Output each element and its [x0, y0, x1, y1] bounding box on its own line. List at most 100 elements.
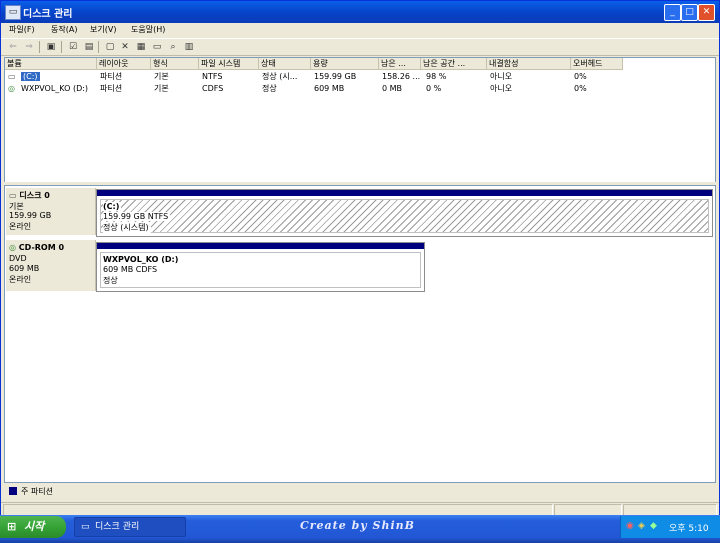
system-tray: ◉ ◈ ◆ 오후 5:10 [620, 516, 720, 538]
delete-icon[interactable]: ✕ [119, 41, 131, 53]
disk-management-icon: ▭ [5, 5, 21, 20]
disk-kind: DVD [9, 254, 27, 263]
volume-name: WXPVOL_KO (D:) [21, 84, 89, 93]
menu-bar: 파일(F) 동작(A) 보기(V) 도움말(H) [1, 23, 719, 37]
menu-view[interactable]: 보기(V) [90, 24, 116, 35]
open-icon[interactable]: ▦ [135, 41, 147, 53]
disk-name: ◎ CD-ROM 0 [9, 243, 64, 252]
legend-swatch [9, 487, 17, 495]
table-row[interactable]: ▭ (C:) 파티션 기본 NTFS 정상 (시... 159.99 GB 15… [5, 71, 715, 82]
close-icon: ✕ [702, 7, 711, 17]
disk-management-icon: ▭ [81, 522, 90, 532]
type-cell: 기본 [154, 72, 169, 81]
start-label: 시작 [24, 520, 45, 533]
fault-cell: 아니오 [490, 84, 513, 93]
minimize-icon: _ [670, 7, 675, 17]
partition-detail: 159.99 GB NTFS [103, 212, 171, 221]
toolbar-separator [39, 41, 40, 53]
filesystem-cell: NTFS [202, 72, 223, 81]
partition-title: (C:) [103, 202, 122, 211]
cdrom-0-label[interactable]: ◎ CD-ROM 0 DVD 609 MB 온라인 [6, 240, 96, 291]
disk-map: ▭ 디스크 0 기본 159.99 GB 온라인 (C:) 159.99 GB … [4, 185, 716, 483]
back-icon[interactable]: ⇐ [7, 41, 19, 53]
free-pct-cell: 0 % [426, 84, 442, 93]
column-free-pct[interactable]: 남은 공간 ... [421, 58, 487, 70]
disk-state: 온라인 [9, 222, 32, 231]
column-filesystem[interactable]: 파일 시스템 [199, 58, 259, 70]
console-icon[interactable]: ▣ [45, 41, 57, 53]
cd-drive-icon: ◎ [8, 84, 15, 93]
cd-drive-icon: ◎ [9, 243, 16, 252]
status-cell: 정상 [262, 84, 277, 93]
folder-icon[interactable]: ▭ [151, 41, 163, 53]
toolbar-separator [61, 41, 62, 53]
column-layout[interactable]: 레이아웃 [97, 58, 151, 70]
capacity-cell: 159.99 GB [314, 72, 357, 81]
menu-file[interactable]: 파일(F) [9, 24, 35, 35]
partition-status: 정상 [103, 275, 120, 286]
overhead-cell: 0% [574, 72, 587, 81]
windows-logo-icon: ⊞ [7, 520, 17, 533]
properties-sheet-icon[interactable]: ▢ [104, 41, 116, 53]
security-icon[interactable]: ◉ [626, 521, 634, 531]
toolbar-separator [98, 41, 99, 53]
table-row[interactable]: ◎ WXPVOL_KO (D:) 파티션 기본 CDFS 정상 609 MB 0… [5, 83, 715, 94]
close-button[interactable]: ✕ [698, 4, 715, 21]
hard-disk-icon: ▭ [8, 72, 16, 81]
column-free[interactable]: 남은 ... [379, 58, 421, 70]
help-icon[interactable]: ▥ [183, 41, 195, 53]
search-icon[interactable]: ⌕ [167, 41, 179, 53]
disk-state: 온라인 [9, 275, 32, 284]
brand-watermark: Create by ShinB [300, 519, 415, 532]
menu-action[interactable]: 동작(A) [51, 24, 77, 35]
partition-title: WXPVOL_KO (D:) [103, 255, 181, 264]
type-cell: 기본 [154, 84, 169, 93]
column-capacity[interactable]: 용량 [311, 58, 379, 70]
up-icon[interactable]: ▤ [83, 41, 95, 53]
title-bar[interactable]: ▭ 디스크 관리 _ □ ✕ [1, 1, 719, 23]
partition-d[interactable]: WXPVOL_KO (D:) 609 MB CDFS 정상 [96, 242, 425, 292]
status-cell: 정상 (시... [262, 72, 298, 81]
disk-size: 159.99 GB [9, 211, 52, 220]
toolbar: ⇐ ⇒ ▣ ☑ ▤ ▢ ✕ ▦ ▭ ⌕ ▥ [1, 38, 719, 56]
layout-cell: 파티션 [100, 72, 123, 81]
properties-icon[interactable]: ☑ [67, 41, 79, 53]
window-title: 디스크 관리 [23, 9, 73, 20]
column-type[interactable]: 형식 [151, 58, 199, 70]
legend-label: 주 파티션 [21, 487, 53, 496]
minimize-button[interactable]: _ [664, 4, 681, 21]
disk-name: ▭ 디스크 0 [9, 190, 50, 201]
volume-list: 볼륨 레이아웃 형식 파일 시스템 상태 용량 남은 ... 남은 공간 ...… [4, 57, 716, 183]
column-volume[interactable]: 볼륨 [5, 58, 97, 70]
task-disk-management[interactable]: ▭ 디스크 관리 [74, 517, 186, 537]
start-button[interactable]: ⊞ 시작 [0, 516, 66, 538]
capacity-cell: 609 MB [314, 84, 345, 93]
layout-cell: 파티션 [100, 84, 123, 93]
volume-icon[interactable]: ◆ [650, 521, 657, 531]
disk-management-window: ▭ 디스크 관리 _ □ ✕ 파일(F) 동작(A) 보기(V) 도움말(H) … [0, 0, 720, 517]
partition-detail: 609 MB CDFS [103, 265, 160, 274]
overhead-cell: 0% [574, 84, 587, 93]
maximize-button[interactable]: □ [681, 4, 698, 21]
forward-icon[interactable]: ⇒ [23, 41, 35, 53]
hard-disk-icon: ▭ [9, 191, 17, 200]
task-label: 디스크 관리 [95, 522, 140, 532]
maximize-icon: □ [685, 7, 694, 17]
taskbar: ⊞ 시작 ▭ 디스크 관리 Create by ShinB ◉ ◈ ◆ 오후 5… [0, 515, 720, 543]
free-cell: 0 MB [382, 84, 403, 93]
primary-partition-bar [97, 190, 712, 196]
network-icon[interactable]: ◈ [638, 521, 645, 531]
partition-status: 정상 (시스템) [103, 222, 151, 233]
volume-name: (C:) [21, 71, 95, 82]
menu-help[interactable]: 도움말(H) [131, 24, 165, 35]
disk-name-text: 디스크 0 [19, 191, 50, 200]
column-overhead[interactable]: 오버헤드 [571, 58, 623, 70]
disk-0-label[interactable]: ▭ 디스크 0 기본 159.99 GB 온라인 [6, 188, 96, 235]
partition-c-area: (C:) 159.99 GB NTFS 정상 (시스템) [100, 199, 709, 233]
clock[interactable]: 오후 5:10 [669, 521, 709, 534]
partition-d-area: WXPVOL_KO (D:) 609 MB CDFS 정상 [100, 252, 421, 288]
legend: 주 파티션 [4, 484, 714, 498]
partition-c[interactable]: (C:) 159.99 GB NTFS 정상 (시스템) [96, 189, 713, 237]
column-fault-tolerance[interactable]: 내결함성 [487, 58, 571, 70]
column-status[interactable]: 상태 [259, 58, 311, 70]
